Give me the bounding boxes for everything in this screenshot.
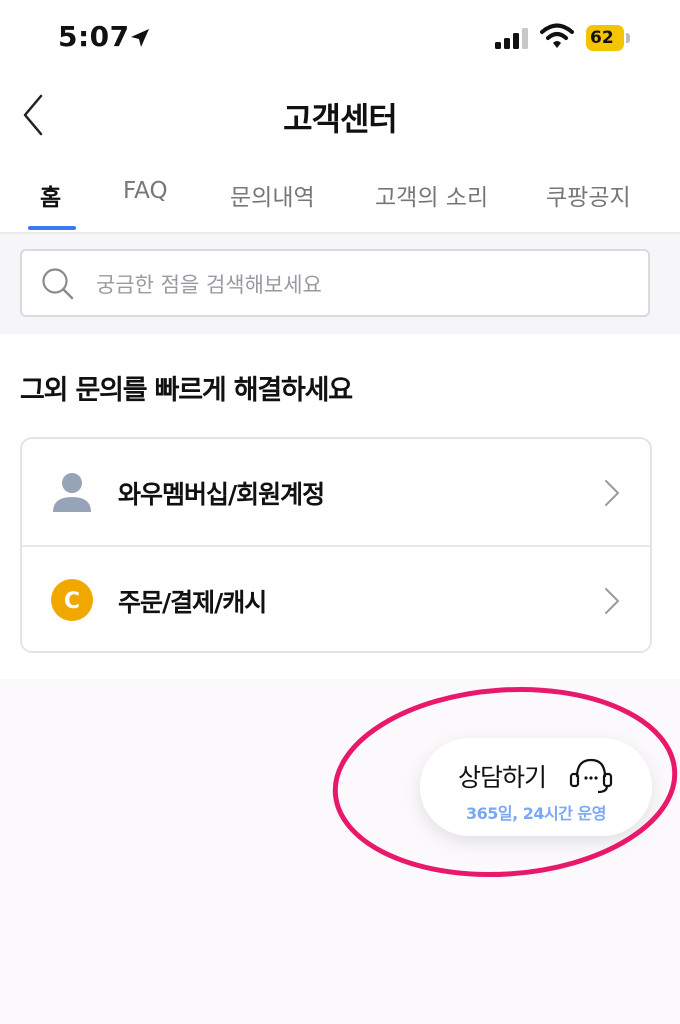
tab-active-indicator	[28, 226, 76, 230]
header: 고객센터	[0, 76, 680, 156]
bottom-area	[0, 679, 680, 1024]
tab-inquiries[interactable]: 문의내역	[230, 178, 315, 212]
location-arrow-icon	[131, 29, 149, 47]
chevron-right-icon	[605, 480, 619, 506]
cash-icon-letter: C	[64, 589, 80, 614]
tab-home[interactable]: 홈	[40, 178, 61, 212]
consult-button[interactable]: 상담하기 365일, 24시간 운영	[420, 738, 652, 836]
status-bar: 5:07 62	[0, 0, 680, 76]
inquiry-row-order-payment[interactable]: C 주문/결제/캐시	[22, 547, 650, 651]
inquiry-label: 주문/결제/캐시	[118, 588, 267, 617]
person-icon	[53, 473, 91, 512]
headset-icon	[569, 758, 613, 794]
consult-hours: 365일, 24시간 운영	[466, 804, 606, 823]
inquiry-row-membership[interactable]: 와우멤버십/회원계정	[22, 439, 650, 547]
search-input[interactable]	[94, 264, 618, 306]
inquiry-card: 와우멤버십/회원계정 C 주문/결제/캐시	[20, 437, 652, 653]
battery-icon: 62	[586, 25, 630, 51]
wifi-icon	[540, 23, 574, 48]
status-time: 5:07	[58, 20, 130, 53]
coupang-cash-icon: C	[51, 579, 93, 621]
section-title: 그외 문의를 빠르게 해결하세요	[20, 375, 353, 406]
battery-level: 62	[590, 28, 614, 48]
page-title: 고객센터	[283, 100, 398, 138]
tab-bar: 홈 FAQ 문의내역 고객의 소리 쿠팡공지	[0, 158, 680, 234]
tab-customer-voice[interactable]: 고객의 소리	[375, 178, 488, 212]
signal-icon	[495, 28, 528, 49]
search-section	[0, 234, 680, 334]
chevron-right-icon	[605, 588, 619, 614]
tab-notices[interactable]: 쿠팡공지	[546, 178, 631, 212]
quick-inquiry-section: 그외 문의를 빠르게 해결하세요 와우멤버십/회원계정 C 주문/결제/캐시	[0, 334, 680, 679]
search-icon	[42, 268, 74, 300]
search-box[interactable]	[20, 249, 650, 317]
consult-label: 상담하기	[458, 763, 547, 792]
inquiry-label: 와우멤버십/회원계정	[118, 480, 325, 509]
tab-faq[interactable]: FAQ	[123, 178, 168, 204]
